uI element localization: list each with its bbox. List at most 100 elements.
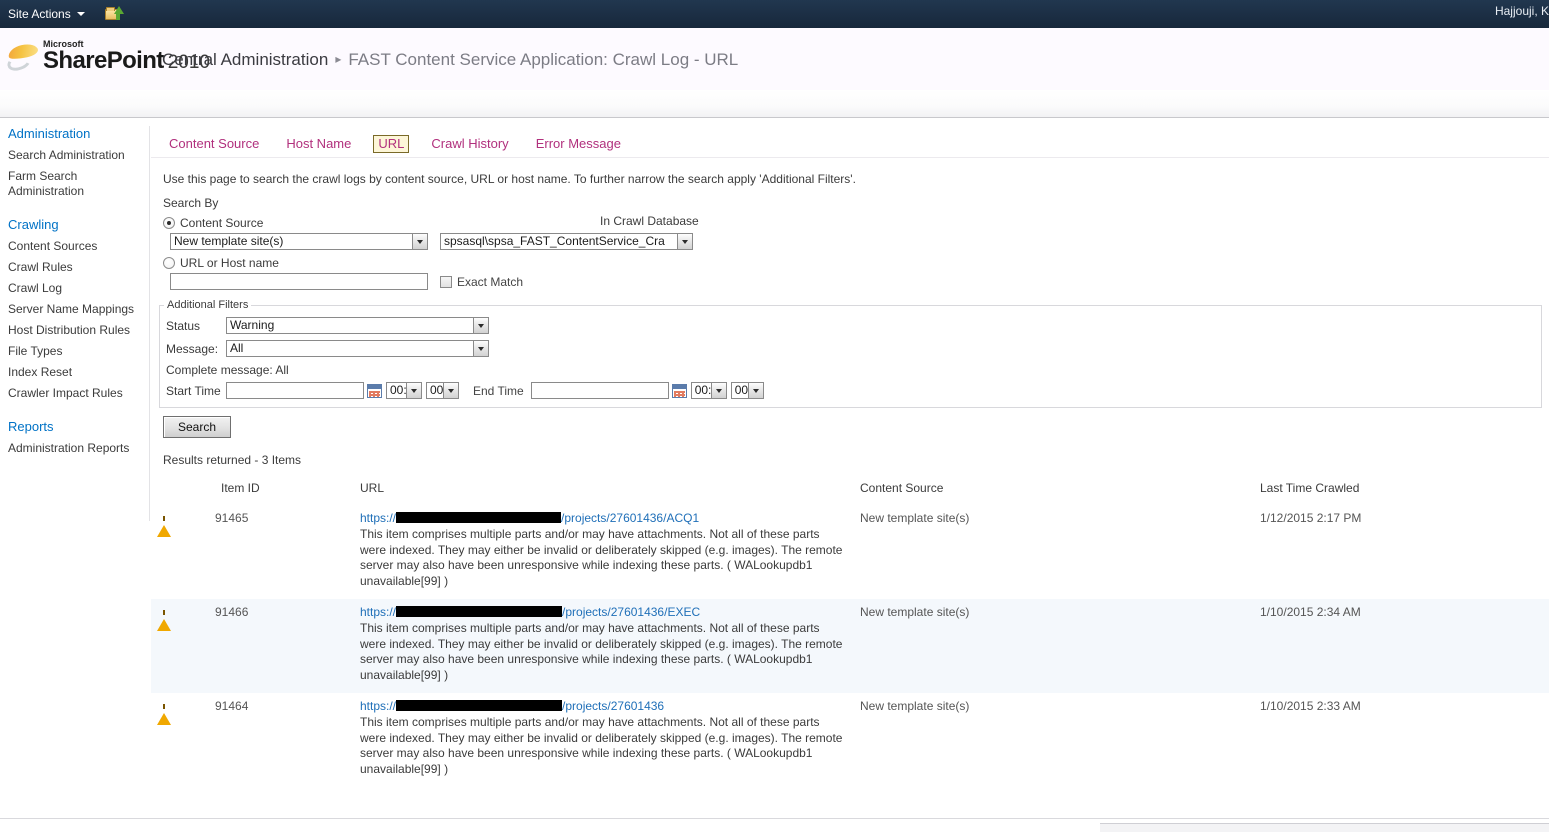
left-navigation-sidebar: Administration Search Administration Far…: [0, 126, 150, 521]
in-crawl-database-select-value: spsasql\spsa_FAST_ContentService_Cra: [444, 234, 665, 248]
sidebar-item-index-reset[interactable]: Index Reset: [0, 362, 149, 383]
column-header-last-time-crawled[interactable]: Last Time Crawled: [1260, 481, 1549, 505]
column-header-content-source[interactable]: Content Source: [860, 481, 1260, 505]
main-content: Content Source Host Name URL Crawl History E…: [151, 126, 1549, 787]
content-source-controls-row: New template site(s) spsasql\spsa_FAST_C…: [151, 233, 1549, 250]
url-or-host-radio-label: URL or Host name: [180, 255, 279, 270]
bottom-status-strip: [1100, 823, 1549, 832]
start-time-label: Start Time: [166, 383, 221, 398]
sidebar-item-content-sources[interactable]: Content Sources: [0, 236, 149, 257]
sidebar-heading-reports[interactable]: Reports: [0, 417, 149, 438]
chevron-down-icon[interactable]: [677, 234, 692, 249]
url-prefix: https://: [360, 699, 397, 713]
sidebar-item-farm-search-administration[interactable]: Farm Search Administration: [0, 166, 92, 202]
row-status-cell: [151, 693, 215, 787]
tab-error-message[interactable]: Error Message: [531, 135, 626, 153]
content-source-radio-label: Content Source: [180, 215, 264, 230]
exact-match-label: Exact Match: [457, 274, 524, 289]
tab-host-name[interactable]: Host Name: [281, 135, 356, 153]
status-filter-row: Status Warning: [160, 317, 1541, 334]
message-select-value: All: [230, 341, 244, 355]
sidebar-item-crawl-rules[interactable]: Crawl Rules: [0, 257, 149, 278]
complete-message-text: Complete message: All: [166, 363, 289, 377]
row-last-time-crawled: 1/10/2015 2:34 AM: [1260, 599, 1549, 693]
status-label: Status: [166, 318, 201, 333]
url-or-host-radio[interactable]: [163, 256, 175, 269]
chevron-down-icon[interactable]: [412, 234, 427, 249]
additional-filters-section: Additional Filters Status Warning Messag…: [159, 299, 1542, 408]
message-select[interactable]: All: [226, 340, 489, 357]
chevron-down-icon[interactable]: [406, 383, 421, 398]
row-content-source: New template site(s): [860, 599, 1260, 693]
results-count-text: Results returned - 3 Items: [163, 453, 302, 467]
content-source-radio-row: Content Source In Crawl Database: [151, 214, 1549, 231]
sidebar-item-search-administration[interactable]: Search Administration: [0, 145, 149, 166]
url-suffix: /projects/27601436: [562, 699, 665, 713]
table-row: 91464 https:// /projects/27601436 This it…: [151, 693, 1549, 787]
site-actions-label: Site Actions: [8, 7, 71, 21]
row-url-link[interactable]: https:// /projects/27601436/EXEC: [360, 605, 860, 619]
url-or-host-input[interactable]: [170, 273, 428, 290]
end-time-input[interactable]: [530, 382, 669, 399]
warning-icon: [157, 699, 171, 725]
sidebar-item-crawler-impact-rules[interactable]: Crawler Impact Rules: [0, 383, 149, 404]
start-minute-select[interactable]: 00: [426, 382, 459, 399]
column-header-item-id[interactable]: Item ID: [215, 481, 360, 505]
end-hour-value: 00:: [694, 383, 711, 397]
time-range-filter-row: Start Time 00: 00 End Time 00: 00: [160, 382, 1541, 399]
tab-crawl-history[interactable]: Crawl History: [426, 135, 513, 153]
content-source-radio[interactable]: [163, 216, 175, 229]
folder-navigate-up-icon[interactable]: [104, 6, 124, 22]
sidebar-item-crawl-log[interactable]: Crawl Log: [0, 278, 149, 299]
calendar-icon[interactable]: [367, 383, 382, 398]
row-message: This item comprises multiple parts and/o…: [360, 527, 843, 588]
calendar-icon[interactable]: [671, 383, 687, 398]
tab-content-source[interactable]: Content Source: [164, 135, 264, 153]
row-last-time-crawled: 1/12/2015 2:17 PM: [1260, 511, 1362, 525]
chevron-down-icon[interactable]: [473, 341, 488, 356]
warning-icon: [157, 511, 171, 537]
in-crawl-database-label: In Crawl Database: [600, 214, 699, 228]
start-hour-select[interactable]: 00:: [386, 382, 422, 399]
crawl-log-tabs: Content Source Host Name URL Crawl History E…: [151, 126, 1549, 158]
sidebar-item-file-types[interactable]: File Types: [0, 341, 149, 362]
chevron-down-icon[interactable]: [747, 383, 763, 398]
start-hour-value: 00:: [390, 383, 406, 397]
status-select[interactable]: Warning: [226, 317, 489, 334]
chevron-down-icon[interactable]: [710, 383, 726, 398]
sidebar-item-server-name-mappings[interactable]: Server Name Mappings: [0, 299, 149, 320]
search-button[interactable]: Search: [163, 416, 232, 438]
search-by-section-label: Search By: [163, 196, 219, 210]
sidebar-heading-crawling[interactable]: Crawling: [0, 215, 149, 236]
crawl-log-results-table: Item ID URL Content Source Last Time Cra…: [151, 481, 1549, 787]
row-content-source: New template site(s): [860, 511, 970, 525]
start-time-input[interactable]: [226, 382, 364, 399]
site-actions-menu[interactable]: Site Actions: [0, 3, 91, 25]
column-header-url[interactable]: URL: [360, 481, 860, 505]
in-crawl-database-select[interactable]: spsasql\spsa_FAST_ContentService_Cra: [440, 233, 693, 250]
user-menu[interactable]: Hajjouji, K: [1495, 4, 1549, 18]
row-url-link[interactable]: https:// /projects/27601436/ACQ1: [360, 511, 860, 525]
row-url-link[interactable]: https:// /projects/27601436: [360, 699, 860, 713]
chevron-down-icon[interactable]: [443, 383, 458, 398]
chevron-down-icon[interactable]: [473, 318, 488, 333]
url-redaction-bar: [396, 700, 563, 711]
sidebar-item-administration-reports[interactable]: Administration Reports: [0, 438, 149, 459]
warning-icon: [157, 605, 171, 631]
row-content-source: New template site(s): [860, 699, 970, 713]
end-minute-select[interactable]: 00: [730, 382, 764, 399]
breadcrumb-separator-icon: ▸: [335, 52, 342, 66]
content-source-select[interactable]: New template site(s): [170, 233, 428, 250]
row-item-id: 91464: [215, 699, 249, 713]
exact-match-checkbox[interactable]: [440, 275, 452, 288]
sidebar-item-host-distribution-rules[interactable]: Host Distribution Rules: [0, 320, 149, 341]
end-hour-select[interactable]: 00:: [690, 382, 727, 399]
tab-url[interactable]: URL: [373, 135, 410, 153]
breadcrumb-root-link[interactable]: Central Administration: [162, 50, 328, 69]
end-time-label: End Time: [473, 383, 524, 398]
sidebar-heading-administration[interactable]: Administration: [0, 126, 149, 145]
additional-filters-legend: Additional Filters: [167, 299, 249, 311]
url-redaction-bar: [396, 512, 562, 523]
